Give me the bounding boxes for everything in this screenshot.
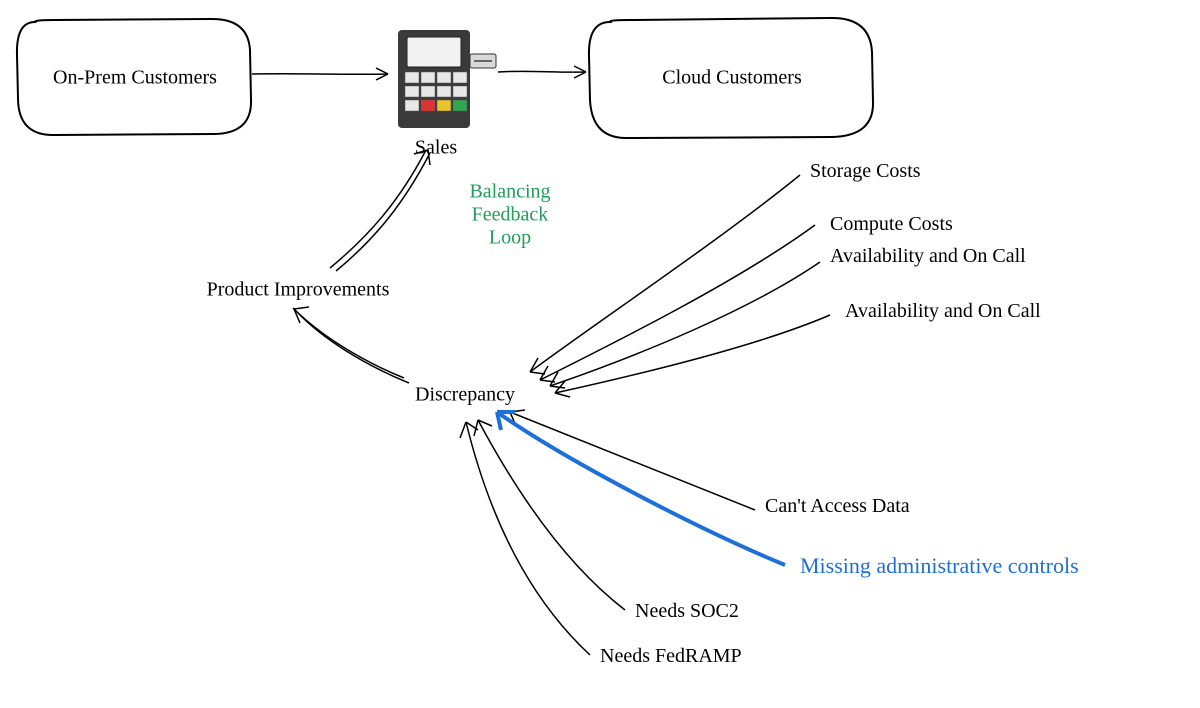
arrow-sales-to-cloud: [498, 66, 586, 78]
arrow-onprem-to-sales: [252, 68, 388, 80]
discrepancy-label: Discrepancy: [415, 384, 515, 407]
balancing-line3: Loop: [489, 227, 531, 249]
compute-costs-label: Compute Costs: [830, 213, 953, 236]
arrow-avail2-to-discrepancy: [555, 315, 830, 397]
sales-label: Sales: [415, 137, 457, 160]
arrow-cantaccess-to-discrepancy: [510, 410, 755, 510]
balancing-line2: Feedback: [472, 204, 549, 226]
on-prem-label: On-Prem Customers: [53, 67, 217, 90]
arrow-avail1-to-discrepancy: [550, 262, 820, 388]
arrow-storage-to-discrepancy: [530, 175, 800, 374]
arrow-improvements-to-sales: [330, 150, 430, 271]
cant-access-data-label: Can't Access Data: [765, 495, 910, 518]
arrow-missingadmin-to-discrepancy: [497, 412, 785, 565]
cloud-label: Cloud Customers: [662, 67, 801, 90]
diagram-svg: [0, 0, 1200, 708]
balancing-line1: Balancing: [469, 181, 550, 203]
arrow-discrepancy-to-improvements: [293, 307, 409, 383]
pos-terminal-icon: [398, 30, 496, 128]
needs-soc2-label: Needs SOC2: [635, 600, 739, 623]
availability-2-label: Availability and On Call: [845, 300, 1041, 323]
balancing-loop-label: Balancing Feedback Loop: [469, 181, 550, 250]
product-improvements-label: Product Improvements: [207, 279, 390, 302]
availability-1-label: Availability and On Call: [830, 245, 1026, 268]
storage-costs-label: Storage Costs: [810, 160, 921, 183]
needs-fedramp-label: Needs FedRAMP: [600, 645, 742, 668]
arrow-compute-to-discrepancy: [540, 225, 815, 382]
diagram-canvas: On-Prem Customers Cloud Customers Sales …: [0, 0, 1200, 708]
missing-admin-controls-label: Missing administrative controls: [800, 553, 1079, 579]
